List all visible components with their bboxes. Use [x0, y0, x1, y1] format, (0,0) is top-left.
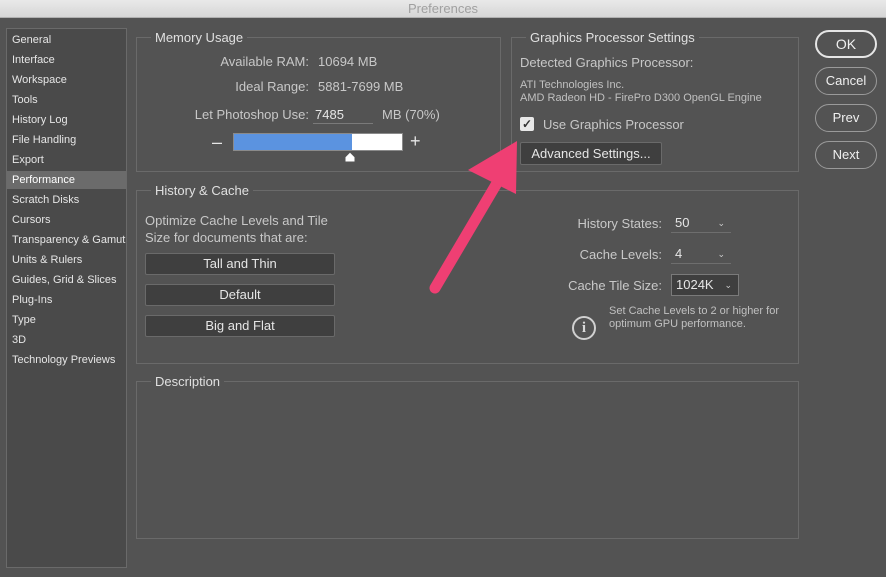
cache-levels-value: 4	[675, 246, 683, 261]
big-and-flat-button[interactable]: Big and Flat	[145, 315, 335, 337]
history-states-value: 50	[675, 215, 690, 230]
history-cache-title: History & Cache	[151, 184, 253, 198]
ideal-range-label: Ideal Range:	[235, 79, 309, 94]
description-group	[136, 381, 799, 539]
memory-slider-fill	[234, 134, 352, 150]
sidebar-item-workspace[interactable]: Workspace	[7, 71, 126, 89]
detected-gpu-label: Detected Graphics Processor:	[520, 55, 694, 70]
sidebar-item-scratch-disks[interactable]: Scratch Disks	[7, 191, 126, 209]
memory-increase-button[interactable]: +	[410, 132, 421, 150]
chevron-down-icon: ⌄	[717, 218, 725, 228]
cache-tile-size-value: 1024K	[676, 277, 714, 292]
cache-levels-label: Cache Levels:	[579, 247, 662, 262]
ideal-range-value: 5881-7699 MB	[318, 79, 404, 94]
memory-decrease-button[interactable]: –	[212, 133, 222, 151]
preferences-sidebar: General Interface Workspace Tools Histor…	[6, 28, 127, 568]
sidebar-item-tools[interactable]: Tools	[7, 91, 126, 109]
available-ram-label: Available RAM:	[220, 54, 309, 69]
sidebar-item-general[interactable]: General	[7, 31, 126, 49]
sidebar-item-history-log[interactable]: History Log	[7, 111, 126, 129]
sidebar-item-technology-previews[interactable]: Technology Previews	[7, 351, 126, 369]
optimize-text-line2: Size for documents that are:	[145, 230, 308, 245]
memory-usage-title: Memory Usage	[151, 31, 248, 45]
sidebar-item-performance[interactable]: Performance	[7, 171, 126, 189]
gpu-tip-line2: optimum GPU performance.	[609, 318, 746, 330]
let-photoshop-use-label: Let Photoshop Use:	[194, 107, 309, 122]
sidebar-item-cursors[interactable]: Cursors	[7, 211, 126, 229]
next-button[interactable]: Next	[815, 141, 877, 169]
gpu-vendor: ATI Technologies Inc.	[520, 79, 625, 91]
sidebar-item-units-rulers[interactable]: Units & Rulers	[7, 251, 126, 269]
optimize-text-line1: Optimize Cache Levels and Tile	[145, 213, 328, 228]
prev-button[interactable]: Prev	[815, 104, 877, 132]
sidebar-item-plug-ins[interactable]: Plug-Ins	[7, 291, 126, 309]
chevron-down-icon: ⌄	[724, 280, 732, 290]
window-titlebar: Preferences	[0, 0, 886, 18]
memory-unit-label: MB (70%)	[382, 107, 440, 122]
sidebar-item-interface[interactable]: Interface	[7, 51, 126, 69]
cache-tile-size-label: Cache Tile Size:	[568, 278, 662, 293]
info-icon: i	[572, 316, 596, 340]
window-title: Preferences	[407, 1, 479, 16]
sidebar-item-type[interactable]: Type	[7, 311, 126, 329]
sidebar-item-export[interactable]: Export	[7, 151, 126, 169]
chevron-down-icon: ⌄	[717, 249, 725, 259]
ok-button[interactable]: OK	[815, 30, 877, 58]
memory-amount-field[interactable]: 7485	[313, 106, 373, 124]
history-states-label: History States:	[577, 216, 662, 231]
sidebar-item-transparency-gamut[interactable]: Transparency & Gamut	[7, 231, 126, 249]
use-gpu-checkbox[interactable]: ✓	[520, 117, 534, 131]
gpu-settings-title: Graphics Processor Settings	[526, 31, 699, 45]
use-gpu-label: Use Graphics Processor	[543, 117, 684, 132]
sidebar-item-3d[interactable]: 3D	[7, 331, 126, 349]
tall-and-thin-button[interactable]: Tall and Thin	[145, 253, 335, 275]
cache-levels-dropdown[interactable]: 4 ⌄	[671, 244, 731, 264]
advanced-settings-button[interactable]: Advanced Settings...	[520, 142, 662, 165]
memory-slider[interactable]	[233, 133, 403, 151]
default-button[interactable]: Default	[145, 284, 335, 306]
gpu-model: AMD Radeon HD - FirePro D300 OpenGL Engi…	[520, 92, 762, 104]
description-title: Description	[151, 375, 225, 389]
cache-tile-size-dropdown[interactable]: 1024K ⌄	[671, 274, 739, 296]
sidebar-item-file-handling[interactable]: File Handling	[7, 131, 126, 149]
history-states-dropdown[interactable]: 50 ⌄	[671, 213, 731, 233]
gpu-tip-line1: Set Cache Levels to 2 or higher for	[609, 305, 779, 317]
available-ram-value: 10694 MB	[318, 54, 378, 69]
cancel-button[interactable]: Cancel	[815, 67, 877, 95]
memory-slider-thumb[interactable]	[344, 151, 356, 163]
sidebar-item-guides-grid-slices[interactable]: Guides, Grid & Slices	[7, 271, 126, 289]
